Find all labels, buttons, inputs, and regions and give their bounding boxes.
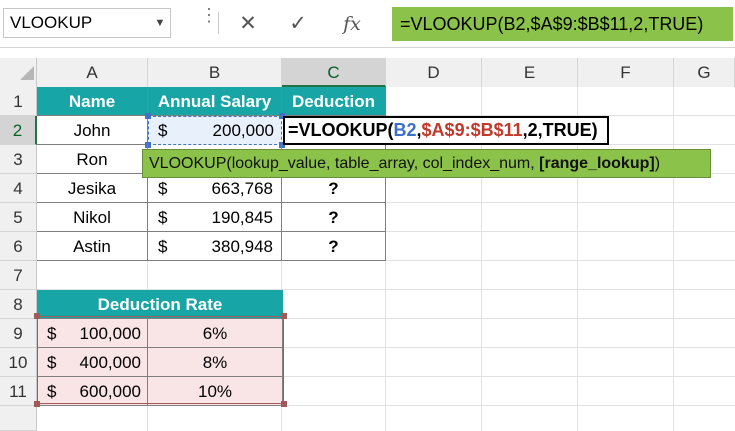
column-header-b[interactable]: B [148,58,282,87]
header-annual-salary[interactable]: Annual Salary [148,87,282,116]
salary-value: 190,845 [211,208,273,227]
header-deduction-rate[interactable]: Deduction Rate [37,290,283,319]
enter-icon[interactable]: ✓ [283,10,313,38]
cell-salary[interactable]: $380,948 [148,232,282,261]
range-reference-outline [37,316,284,404]
row-header-6[interactable]: 6 [0,232,37,261]
cell-salary[interactable]: $663,768 [148,174,282,203]
cell-salary[interactable]: $200,000 [148,116,282,145]
row-header-11[interactable]: 11 [0,377,37,406]
range-handle[interactable] [34,401,40,407]
column-header-c[interactable]: C [282,58,386,87]
row-header-10[interactable]: 10 [0,348,37,377]
insert-function-icon[interactable]: fx [337,10,367,38]
row-header-3[interactable]: 3 [0,145,37,174]
row-header-4[interactable]: 4 [0,174,37,203]
cell-salary[interactable]: $190,845 [148,203,282,232]
row-header-8[interactable]: 8 [0,290,37,319]
currency-symbol: $ [158,121,168,140]
salary-value: 663,768 [211,179,273,198]
divider [218,12,219,34]
range-handle[interactable] [281,401,287,407]
salary-value: 380,948 [211,237,273,256]
drag-handle-icon[interactable]: ⋮ [200,6,218,24]
function-tooltip[interactable]: VLOOKUP(lookup_value, table_array, col_i… [142,149,711,178]
chevron-down-icon[interactable]: ▼ [150,8,170,38]
currency-symbol: $ [158,179,168,198]
cell-name[interactable]: Ron [37,145,148,174]
formula-suffix: ,2,TRUE) [522,120,598,140]
active-cell-editor[interactable]: =VLOOKUP(B2,$A$9:$B$11,2,TRUE) [283,116,609,145]
cell-deduction[interactable]: ? [282,232,386,261]
currency-symbol: $ [158,208,168,227]
range-handle[interactable] [145,113,151,119]
column-header-e[interactable]: E [482,58,578,87]
formula-ref-b2: B2 [393,120,417,140]
salary-value: 200,000 [212,121,274,140]
column-header-a[interactable]: A [37,58,148,87]
row-header-1[interactable]: 1 [0,87,37,116]
tooltip-args: VLOOKUP(lookup_value, table_array, col_i… [149,155,540,172]
row-header-7[interactable]: 7 [0,261,37,290]
cell-deduction[interactable]: ? [282,174,386,203]
cell-name[interactable]: Jesika [37,174,148,203]
range-handle[interactable] [34,313,40,319]
header-name[interactable]: Name [37,87,148,116]
row-header-5[interactable]: 5 [0,203,37,232]
currency-symbol: $ [158,237,168,256]
formula-input[interactable]: =VLOOKUP(B2,$A$9:$B$11,2,TRUE) [392,7,733,41]
column-header-d[interactable]: D [386,58,482,87]
row-header-12[interactable] [0,406,37,431]
cell-name[interactable]: John [37,116,148,145]
select-all-icon[interactable] [20,66,34,80]
formula-ref-range: $A$9:$B$11 [421,120,523,140]
name-box[interactable]: VLOOKUP [3,8,171,38]
cell-deduction[interactable]: ? [282,203,386,232]
row-header-2[interactable]: 2 [0,116,37,145]
formula-prefix: =VLOOKUP( [288,120,394,140]
cancel-icon[interactable]: ✕ [233,10,263,38]
range-handle[interactable] [281,313,287,319]
column-header-f[interactable]: F [578,58,674,87]
tooltip-current-arg[interactable]: [range_lookup] [539,155,655,172]
row-header-9[interactable]: 9 [0,319,37,348]
gridline [673,87,674,431]
tooltip-close-paren: ) [654,155,661,172]
cell-name[interactable]: Nikol [37,203,148,232]
header-deduction[interactable]: Deduction [282,87,386,116]
column-header-g[interactable]: G [674,58,735,87]
cell-name[interactable]: Astin [37,232,148,261]
